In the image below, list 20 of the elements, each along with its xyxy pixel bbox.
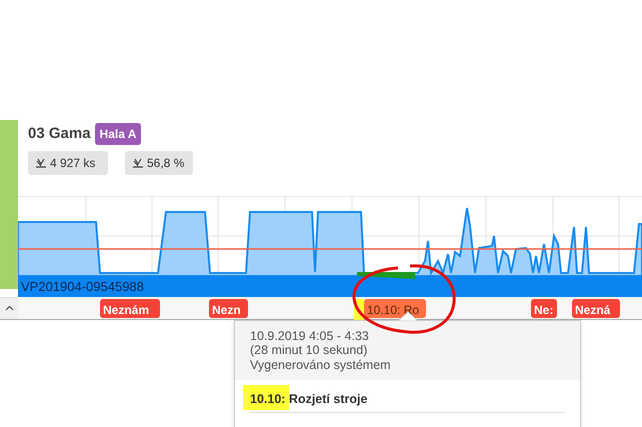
collapse-button[interactable]	[0, 296, 18, 320]
source-text: Vygenerováno systémem	[250, 358, 392, 372]
event-tag[interactable]: Nezná	[572, 298, 620, 318]
event-marker	[357, 272, 415, 279]
event-tag[interactable]: Neznám	[100, 298, 160, 318]
time-range: 10.9.2019 4:05 - 4:33	[250, 329, 370, 344]
highlight-mark	[243, 385, 289, 410]
caret-icon	[4, 305, 14, 311]
machine-title: 03 Gama	[28, 124, 91, 144]
stat-chip: 56,8 %	[125, 150, 193, 174]
event-tag[interactable]: Nezn	[209, 298, 248, 318]
reason-text: 10.10: Rozjetí stroje	[250, 390, 565, 413]
event-tag[interactable]: 10.10: Ro	[364, 298, 426, 318]
order-bar: VP201904-09545988	[18, 276, 642, 296]
hall-tag: Hala A	[94, 123, 142, 146]
event-tag[interactable]: Ne:	[531, 298, 557, 318]
press-icon	[132, 158, 144, 168]
stat-chip: 4 927 ks	[28, 150, 108, 174]
duration-text: (28 minut 10 sekund)	[250, 343, 368, 358]
press-icon	[35, 158, 47, 168]
